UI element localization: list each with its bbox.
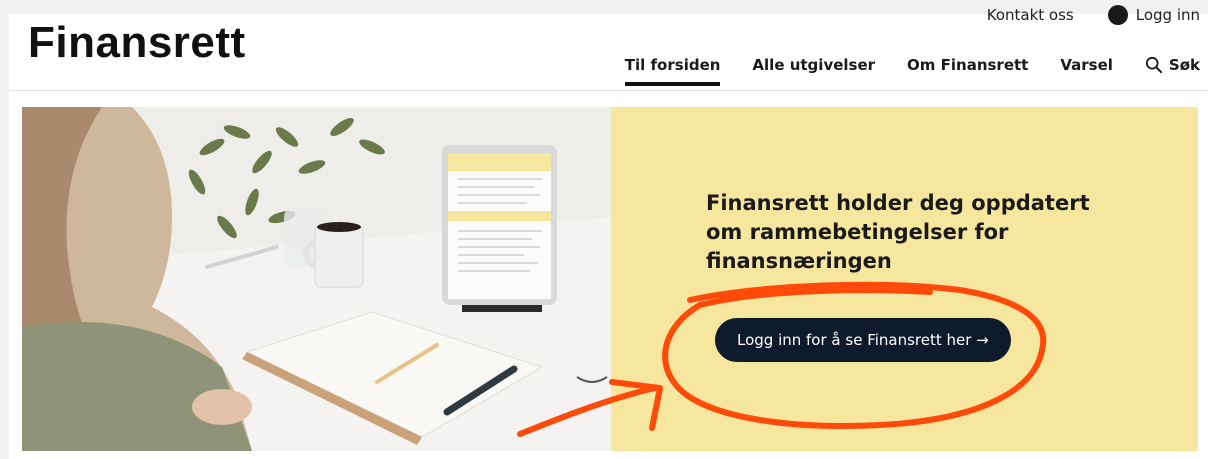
login-cta-button[interactable]: Logg inn for å se Finansrett her → <box>715 318 1011 362</box>
contact-link[interactable]: Kontakt oss <box>987 6 1074 24</box>
search-label: Søk <box>1168 56 1200 74</box>
hero-image <box>22 107 611 451</box>
nav-item-home[interactable]: Til forsiden <box>624 56 720 86</box>
page: Finansrett Kontakt oss Logg inn Til fors… <box>9 5 1208 459</box>
user-icon <box>1107 5 1128 25</box>
login-label: Logg inn <box>1135 6 1200 24</box>
nav-item-all-publications[interactable]: Alle utgivelser <box>752 56 875 84</box>
nav-item-about[interactable]: Om Finansrett <box>907 56 1028 84</box>
nav-item-alerts[interactable]: Varsel <box>1060 56 1113 84</box>
search-icon <box>1145 56 1163 74</box>
main-nav: Til forsiden Alle utgivelser Om Finansre… <box>593 56 1200 86</box>
hero-panel: Finansrett holder deg oppdatert om ramme… <box>611 107 1198 451</box>
hero-heading: Finansrett holder deg oppdatert om ramme… <box>706 191 1090 273</box>
login-link[interactable]: Logg inn <box>1107 5 1200 25</box>
header-divider <box>9 90 1208 91</box>
utility-nav: Kontakt oss Logg inn <box>987 4 1200 26</box>
hero-photo-illustration <box>22 107 611 451</box>
search-button[interactable]: Søk <box>1145 56 1200 84</box>
site-logo[interactable]: Finansrett <box>28 18 246 68</box>
hero-banner: Finansrett holder deg oppdatert om ramme… <box>22 107 1198 451</box>
